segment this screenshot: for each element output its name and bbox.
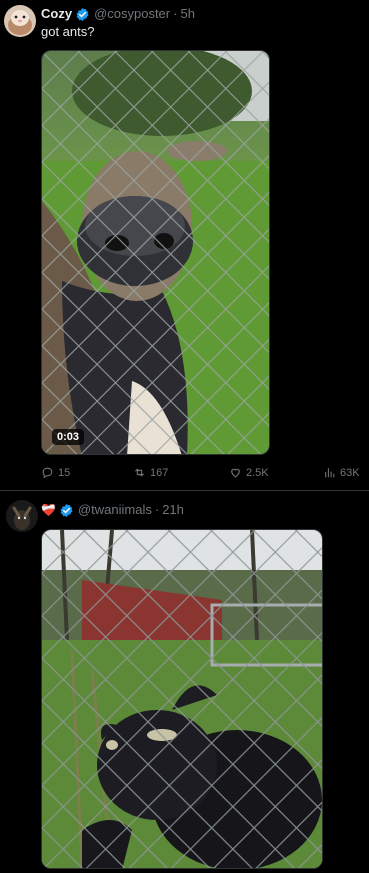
tweet-header: ❤️‍🩹 @twaniimals · 21h bbox=[41, 502, 184, 518]
separator-dot: · bbox=[154, 502, 160, 517]
user-handle[interactable]: @cosyposter bbox=[94, 6, 170, 22]
repost-count: 167 bbox=[150, 466, 169, 479]
like-count: 2.5K bbox=[246, 466, 269, 479]
views-button[interactable]: 63K bbox=[323, 466, 360, 479]
like-button[interactable]: 2.5K bbox=[229, 466, 269, 479]
tweet-post-1[interactable]: Cozy @cosyposter · 5h got ants? 0:03 15 … bbox=[0, 0, 369, 490]
user-handle[interactable]: @twaniimals bbox=[78, 502, 152, 518]
like-icon bbox=[231, 468, 240, 478]
video-thumbnail bbox=[42, 51, 269, 454]
timestamp[interactable]: 21h bbox=[162, 502, 184, 518]
reply-count: 15 bbox=[58, 466, 71, 479]
tweet-actions: 15 167 2.5K 63K bbox=[41, 466, 363, 482]
video-duration: 0:03 bbox=[52, 429, 85, 445]
verified-badge-icon bbox=[75, 7, 90, 22]
views-icon bbox=[325, 468, 335, 478]
avatar[interactable] bbox=[4, 5, 36, 37]
reply-icon bbox=[42, 467, 53, 479]
timestamp[interactable]: 5h bbox=[180, 6, 194, 22]
display-name[interactable]: Cozy bbox=[41, 6, 72, 22]
view-count: 63K bbox=[340, 466, 360, 479]
mending-heart-icon: ❤️‍🩹 bbox=[41, 503, 56, 517]
tweet-text: got ants? bbox=[41, 24, 95, 39]
cat-photo bbox=[42, 530, 322, 868]
video-player[interactable]: 0:03 bbox=[41, 50, 270, 455]
repost-button[interactable]: 167 bbox=[133, 466, 168, 479]
verified-badge-icon bbox=[59, 503, 74, 518]
tweet-post-2[interactable]: ❤️‍🩹 @twaniimals · 21h bbox=[0, 491, 369, 873]
tweet-header: Cozy @cosyposter · 5h bbox=[41, 6, 195, 22]
avatar[interactable] bbox=[6, 500, 38, 532]
separator-dot: · bbox=[173, 6, 178, 21]
reply-button[interactable]: 15 bbox=[41, 466, 70, 479]
post-image[interactable] bbox=[41, 529, 323, 869]
repost-icon bbox=[135, 468, 144, 477]
